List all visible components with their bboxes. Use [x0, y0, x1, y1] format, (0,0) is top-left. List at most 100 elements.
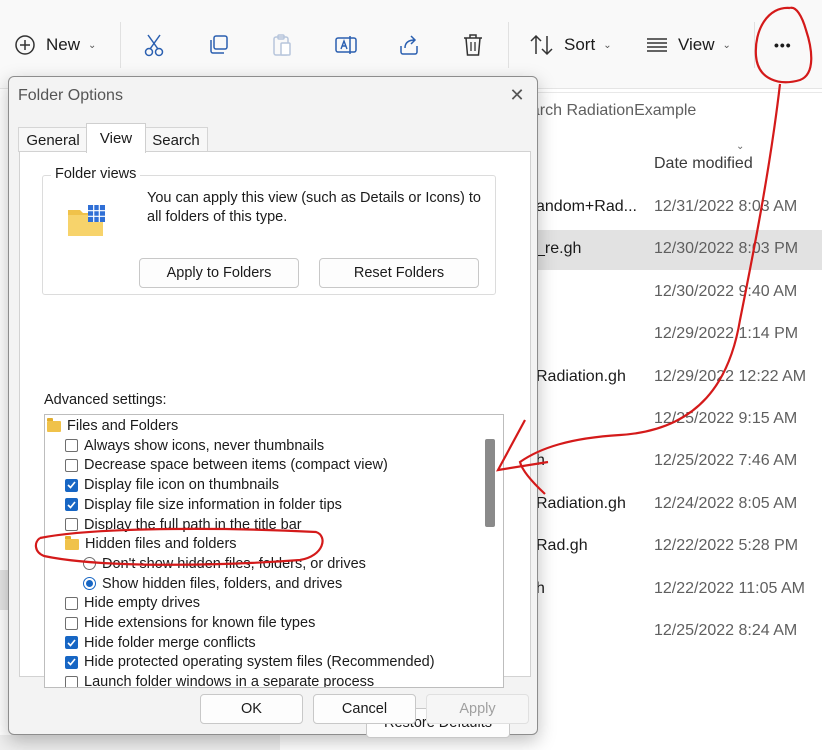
file-date-modified: 12/24/2022 8:05 AM — [654, 495, 798, 512]
file-row[interactable]: Rad.gh 12/22/2022 5:28 PM — [520, 527, 822, 567]
checkbox-unchecked[interactable] — [65, 596, 78, 610]
setting-checkbox[interactable]: Hide folder merge conflicts — [65, 633, 256, 653]
rename-icon — [335, 36, 357, 54]
more-options-button[interactable]: ••• — [774, 30, 792, 60]
file-row[interactable]: h 12/22/2022 11:05 AM — [520, 570, 822, 610]
file-date-modified: 12/22/2022 5:28 PM — [654, 537, 799, 554]
tab-search[interactable]: Search — [144, 127, 208, 152]
close-icon[interactable]: ✕ — [505, 83, 529, 107]
view-button[interactable]: View ⌄ — [646, 30, 731, 60]
new-button[interactable]: New ⌄ — [14, 30, 96, 60]
status-bar — [0, 735, 280, 750]
tab-general[interactable]: General — [18, 127, 88, 152]
setting-checkbox[interactable]: Hide extensions for known file types — [65, 613, 315, 633]
checkbox-unchecked[interactable] — [65, 675, 78, 687]
toolbar-divider — [120, 22, 121, 68]
cut-button[interactable] — [143, 30, 165, 60]
setting-checkbox[interactable]: Hide empty drives — [65, 593, 200, 613]
file-date-modified: 12/25/2022 7:46 AM — [654, 452, 798, 469]
file-date-modified: 12/30/2022 8:03 PM — [654, 240, 799, 257]
checkmark-icon — [67, 481, 76, 489]
file-date-modified: 12/22/2022 11:05 AM — [654, 580, 805, 597]
file-row[interactable]: andom+Rad... 12/31/2022 8:03 AM — [520, 188, 822, 228]
apply-to-folders-button[interactable]: Apply to Folders — [139, 258, 299, 288]
checkmark-icon — [67, 658, 76, 667]
sort-button[interactable]: Sort ⌄ — [530, 30, 612, 60]
file-date-modified: 12/31/2022 8:03 AM — [654, 198, 798, 215]
apply-button[interactable]: Apply — [426, 694, 529, 724]
setting-radio[interactable]: Don't show hidden files, folders, or dri… — [83, 554, 366, 574]
file-date-modified: 12/30/2022 9:40 AM — [654, 283, 798, 300]
setting-checkbox[interactable]: Launch folder windows in a separate proc… — [65, 672, 375, 688]
checkbox-checked[interactable] — [65, 478, 78, 492]
share-button[interactable] — [398, 30, 420, 60]
paste-icon — [273, 34, 291, 56]
reset-folders-button[interactable]: Reset Folders — [319, 258, 479, 288]
file-date-modified: 12/25/2022 8:24 AM — [654, 622, 798, 639]
copy-button[interactable] — [207, 30, 229, 60]
setting-label: Show hidden files, folders, and drives — [102, 575, 343, 592]
setting-checkbox[interactable]: Display file size information in folder … — [65, 495, 342, 515]
delete-button[interactable] — [462, 30, 484, 60]
radio-selected[interactable] — [83, 577, 96, 591]
advanced-settings-tree[interactable]: Files and Folders Always show icons, neve… — [44, 414, 504, 688]
checkmark-icon — [67, 501, 76, 509]
file-date-modified: 12/29/2022 1:14 PM — [654, 325, 799, 342]
chevron-down-icon: ⌄ — [722, 39, 731, 51]
setting-label: Hide empty drives — [84, 595, 201, 612]
file-name: andom+Rad... — [536, 198, 637, 215]
file-row[interactable]: 12/25/2022 9:15 AM — [520, 400, 822, 440]
setting-label: Launch folder windows in a separate proc… — [84, 674, 375, 688]
ok-button[interactable]: OK — [200, 694, 303, 724]
checkbox-unchecked[interactable] — [65, 439, 78, 453]
setting-label: Always show icons, never thumbnails — [84, 437, 325, 454]
setting-radio[interactable]: Show hidden files, folders, and drives — [83, 574, 342, 594]
file-row[interactable]: 12/29/2022 1:14 PM — [520, 315, 822, 355]
file-name: Radiation.gh — [536, 368, 626, 385]
setting-checkbox[interactable]: Display the full path in the title bar — [65, 515, 302, 535]
chevron-down-icon: ⌄ — [88, 39, 97, 51]
date-modified-header[interactable]: Date modified — [654, 155, 753, 173]
cancel-button[interactable]: Cancel — [313, 694, 416, 724]
checkbox-checked[interactable] — [65, 498, 78, 512]
setting-checkbox[interactable]: Hide protected operating system files (R… — [65, 652, 435, 672]
checkbox-unchecked[interactable] — [65, 616, 78, 630]
setting-label: Hide extensions for known file types — [84, 615, 316, 631]
checkbox-checked[interactable] — [65, 655, 78, 669]
checkbox-checked[interactable] — [65, 636, 78, 650]
file-name: Rad.gh — [536, 537, 588, 554]
file-row[interactable]: h 12/25/2022 7:46 AM — [520, 442, 822, 482]
file-name: Radiation.gh — [536, 495, 626, 512]
tab-view[interactable]: View — [86, 123, 146, 153]
search-input[interactable]: earch RadiationExample — [522, 102, 696, 120]
chevron-down-icon: ⌄ — [603, 39, 612, 51]
view-icon — [647, 38, 667, 52]
plus-circle-icon — [15, 35, 35, 55]
setting-checkbox[interactable]: Always show icons, never thumbnails — [65, 436, 324, 456]
setting-label: Display the full path in the title bar — [84, 516, 302, 533]
setting-checkbox[interactable]: Display file icon on thumbnails — [65, 475, 279, 495]
file-row[interactable]: _re.gh 12/30/2022 8:03 PM — [520, 230, 822, 270]
rename-button[interactable] — [334, 30, 358, 60]
radio-unselected[interactable] — [83, 557, 96, 571]
file-row[interactable]: Radiation.gh 12/29/2022 12:22 AM — [520, 358, 822, 398]
paste-button[interactable] — [271, 30, 293, 60]
file-row[interactable]: 12/30/2022 9:40 AM — [520, 273, 822, 313]
setting-folder: Files and Folders — [47, 416, 178, 436]
checkmark-icon — [67, 639, 76, 647]
file-date-modified: 12/25/2022 9:15 AM — [654, 410, 798, 427]
file-row[interactable]: Radiation.gh 12/24/2022 8:05 AM — [520, 485, 822, 525]
file-row[interactable]: 12/25/2022 8:24 AM — [520, 612, 822, 652]
setting-folder: Hidden files and folders — [65, 534, 237, 554]
folder-views-description: You can apply this view (such as Details… — [147, 190, 481, 225]
setting-label: Display file icon on thumbnails — [84, 477, 280, 494]
copy-icon — [210, 35, 228, 54]
scrollbar-thumb[interactable] — [485, 439, 495, 527]
setting-label: Hide protected operating system files (R… — [84, 654, 435, 671]
checkbox-unchecked[interactable] — [65, 458, 78, 472]
view-label: View — [678, 35, 715, 54]
setting-label: Hide folder merge conflicts — [84, 634, 256, 651]
checkbox-unchecked[interactable] — [65, 518, 78, 531]
setting-checkbox[interactable]: Decrease space between items (compact vi… — [65, 455, 388, 475]
advanced-settings-label: Advanced settings: — [44, 392, 167, 408]
